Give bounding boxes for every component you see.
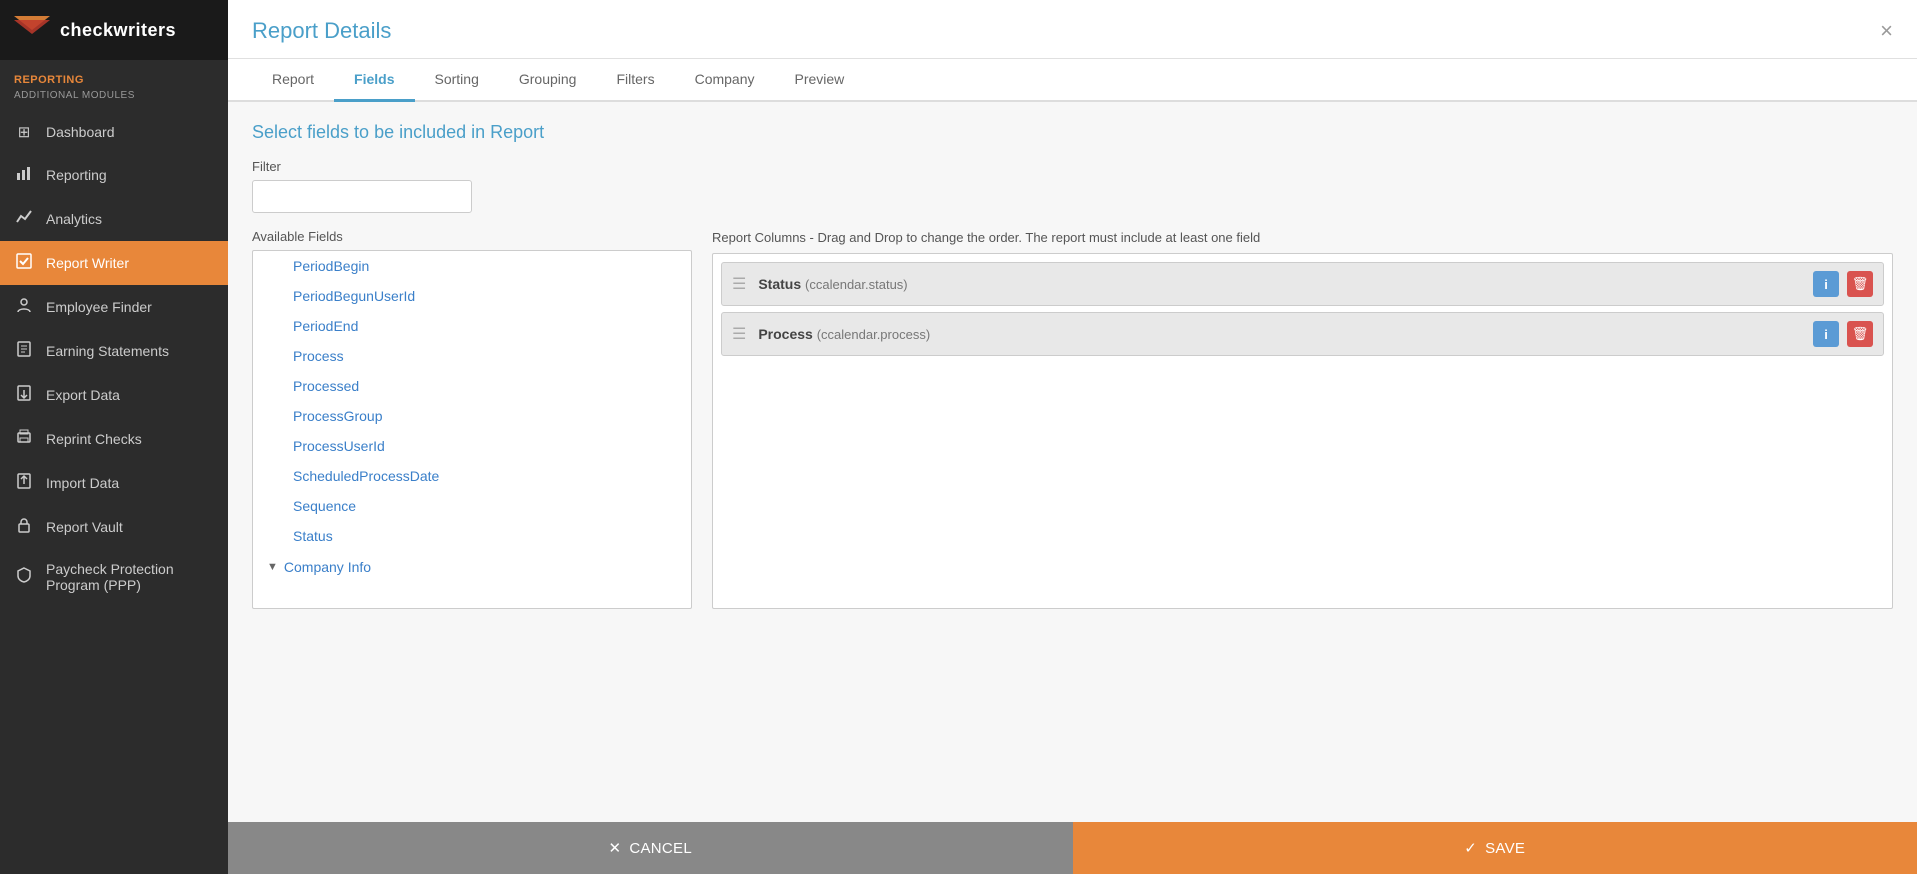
dashboard-icon: ⊞ bbox=[14, 123, 34, 141]
field-item-processed[interactable]: Processed bbox=[253, 371, 691, 401]
field-item-period-begin[interactable]: PeriodBegin bbox=[253, 251, 691, 281]
export-data-icon bbox=[14, 385, 34, 405]
column-field-name: Status bbox=[758, 276, 805, 292]
field-item-process-group[interactable]: ProcessGroup bbox=[253, 401, 691, 431]
sidebar-item-label: Employee Finder bbox=[46, 299, 152, 315]
sidebar: checkwriters Reporting ADDITIONAL MODULE… bbox=[0, 0, 228, 874]
field-group-label: Company Info bbox=[284, 559, 371, 575]
analytics-icon bbox=[14, 209, 34, 229]
available-fields-panel: Available Fields PeriodBegin PeriodBegun… bbox=[252, 229, 692, 609]
modal-overlay: Report Details × Report Fields Sorting G… bbox=[228, 0, 1917, 874]
sidebar-item-export-data[interactable]: Export Data bbox=[0, 373, 228, 417]
filter-label: Filter bbox=[252, 159, 1893, 174]
column-item-status[interactable]: ☰ Status (ccalendar.status) i 🗑 bbox=[721, 262, 1884, 306]
tab-fields[interactable]: Fields bbox=[334, 59, 414, 102]
column-info-button[interactable]: i bbox=[1813, 321, 1839, 347]
report-columns-label: Report Columns - Drag and Drop to change… bbox=[712, 229, 1893, 247]
cancel-label: CANCEL bbox=[629, 840, 692, 857]
tab-filters[interactable]: Filters bbox=[596, 59, 674, 102]
tab-company[interactable]: Company bbox=[675, 59, 775, 102]
sidebar-item-analytics[interactable]: Analytics bbox=[0, 197, 228, 241]
column-field-path: (ccalendar.status) bbox=[805, 277, 908, 292]
sidebar-item-report-writer[interactable]: Report Writer bbox=[0, 241, 228, 285]
report-details-modal: Report Details × Report Fields Sorting G… bbox=[228, 0, 1917, 874]
sidebar-item-label: Reporting bbox=[46, 167, 107, 183]
available-fields-list[interactable]: PeriodBegin PeriodBegunUserId PeriodEnd … bbox=[252, 250, 692, 609]
tab-grouping[interactable]: Grouping bbox=[499, 59, 597, 102]
import-data-icon bbox=[14, 473, 34, 493]
column-remove-button[interactable]: 🗑 bbox=[1847, 321, 1873, 347]
field-item-process-userid[interactable]: ProcessUserId bbox=[253, 431, 691, 461]
field-item-status[interactable]: Status bbox=[253, 521, 691, 551]
modal-tabs: Report Fields Sorting Grouping Filters C… bbox=[228, 59, 1917, 102]
cancel-icon: ✕ bbox=[608, 839, 621, 857]
column-item-process[interactable]: ☰ Process (ccalendar.process) i 🗑 bbox=[721, 312, 1884, 356]
filter-input[interactable] bbox=[252, 180, 472, 213]
column-field-path: (ccalendar.process) bbox=[817, 327, 930, 342]
sidebar-item-reporting[interactable]: Reporting bbox=[0, 153, 228, 197]
modal-header: Report Details × bbox=[228, 0, 1917, 59]
checkwriters-logo-icon bbox=[14, 16, 50, 44]
modal-footer: ✕ CANCEL ✓ SAVE bbox=[228, 822, 1917, 874]
tab-preview[interactable]: Preview bbox=[775, 59, 865, 102]
column-remove-button[interactable]: 🗑 bbox=[1847, 271, 1873, 297]
field-item-process[interactable]: Process bbox=[253, 341, 691, 371]
sidebar-section-reporting: Reporting bbox=[0, 60, 228, 90]
save-button[interactable]: ✓ SAVE bbox=[1073, 822, 1917, 874]
field-item-period-begun-userid[interactable]: PeriodBegunUserId bbox=[253, 281, 691, 311]
sidebar-item-dashboard[interactable]: ⊞ Dashboard bbox=[0, 111, 228, 153]
cancel-button[interactable]: ✕ CANCEL bbox=[228, 822, 1073, 874]
chevron-down-icon: ▼ bbox=[267, 561, 278, 573]
sidebar-item-label: Paycheck Protection Program (PPP) bbox=[46, 561, 214, 593]
field-item-sequence[interactable]: Sequence bbox=[253, 491, 691, 521]
paycheck-protection-icon bbox=[14, 567, 34, 587]
earning-statements-icon bbox=[14, 341, 34, 361]
field-item-period-end[interactable]: PeriodEnd bbox=[253, 311, 691, 341]
sidebar-item-employee-finder[interactable]: Employee Finder bbox=[0, 285, 228, 329]
modal-close-button[interactable]: × bbox=[1880, 20, 1893, 42]
drag-handle-icon: ☰ bbox=[732, 274, 746, 294]
sidebar-item-label: Export Data bbox=[46, 387, 120, 403]
sidebar-header: checkwriters bbox=[0, 0, 228, 60]
sidebar-item-label: Report Vault bbox=[46, 519, 123, 535]
sidebar-item-report-vault[interactable]: Report Vault bbox=[0, 505, 228, 549]
sidebar-sub-label: ADDITIONAL MODULES bbox=[0, 90, 228, 111]
sidebar-item-paycheck-protection[interactable]: Paycheck Protection Program (PPP) bbox=[0, 549, 228, 605]
employee-finder-icon bbox=[14, 297, 34, 317]
field-item-scheduled-process-date[interactable]: ScheduledProcessDate bbox=[253, 461, 691, 491]
sidebar-item-earning-statements[interactable]: Earning Statements bbox=[0, 329, 228, 373]
report-columns-list: ☰ Status (ccalendar.status) i 🗑 ☰ bbox=[712, 253, 1893, 609]
reporting-icon bbox=[14, 165, 34, 185]
sidebar-item-label: Dashboard bbox=[46, 124, 115, 140]
sidebar-item-import-data[interactable]: Import Data bbox=[0, 461, 228, 505]
column-field-name: Process bbox=[758, 326, 816, 342]
save-label: SAVE bbox=[1485, 840, 1525, 857]
app-name: checkwriters bbox=[60, 20, 176, 41]
fields-layout: Available Fields PeriodBegin PeriodBegun… bbox=[252, 229, 1893, 609]
sidebar-item-label: Reprint Checks bbox=[46, 431, 142, 447]
reprint-checks-icon bbox=[14, 429, 34, 449]
main-area: Report W 65 RESULTS View ✎ 👁 ✎ 👁 ✎ 👁 ✎ 👁… bbox=[228, 0, 1917, 874]
modal-title: Report Details bbox=[252, 18, 391, 44]
available-fields-label: Available Fields bbox=[252, 229, 692, 244]
modal-body: Select fields to be included in Report F… bbox=[228, 102, 1917, 822]
tab-report[interactable]: Report bbox=[252, 59, 334, 102]
report-writer-icon bbox=[14, 253, 34, 273]
sidebar-item-label: Import Data bbox=[46, 475, 119, 491]
sidebar-item-reprint-checks[interactable]: Reprint Checks bbox=[0, 417, 228, 461]
sidebar-item-label: Earning Statements bbox=[46, 343, 169, 359]
report-vault-icon bbox=[14, 517, 34, 537]
drag-handle-icon: ☰ bbox=[732, 324, 746, 344]
save-icon: ✓ bbox=[1464, 839, 1477, 857]
sidebar-item-label: Analytics bbox=[46, 211, 102, 227]
fields-section-title: Select fields to be included in Report bbox=[252, 122, 1893, 143]
tab-sorting[interactable]: Sorting bbox=[415, 59, 499, 102]
report-columns-panel: Report Columns - Drag and Drop to change… bbox=[712, 229, 1893, 609]
column-info-button[interactable]: i bbox=[1813, 271, 1839, 297]
field-group-company-info[interactable]: ▼ Company Info bbox=[253, 551, 691, 583]
sidebar-item-label: Report Writer bbox=[46, 255, 129, 271]
